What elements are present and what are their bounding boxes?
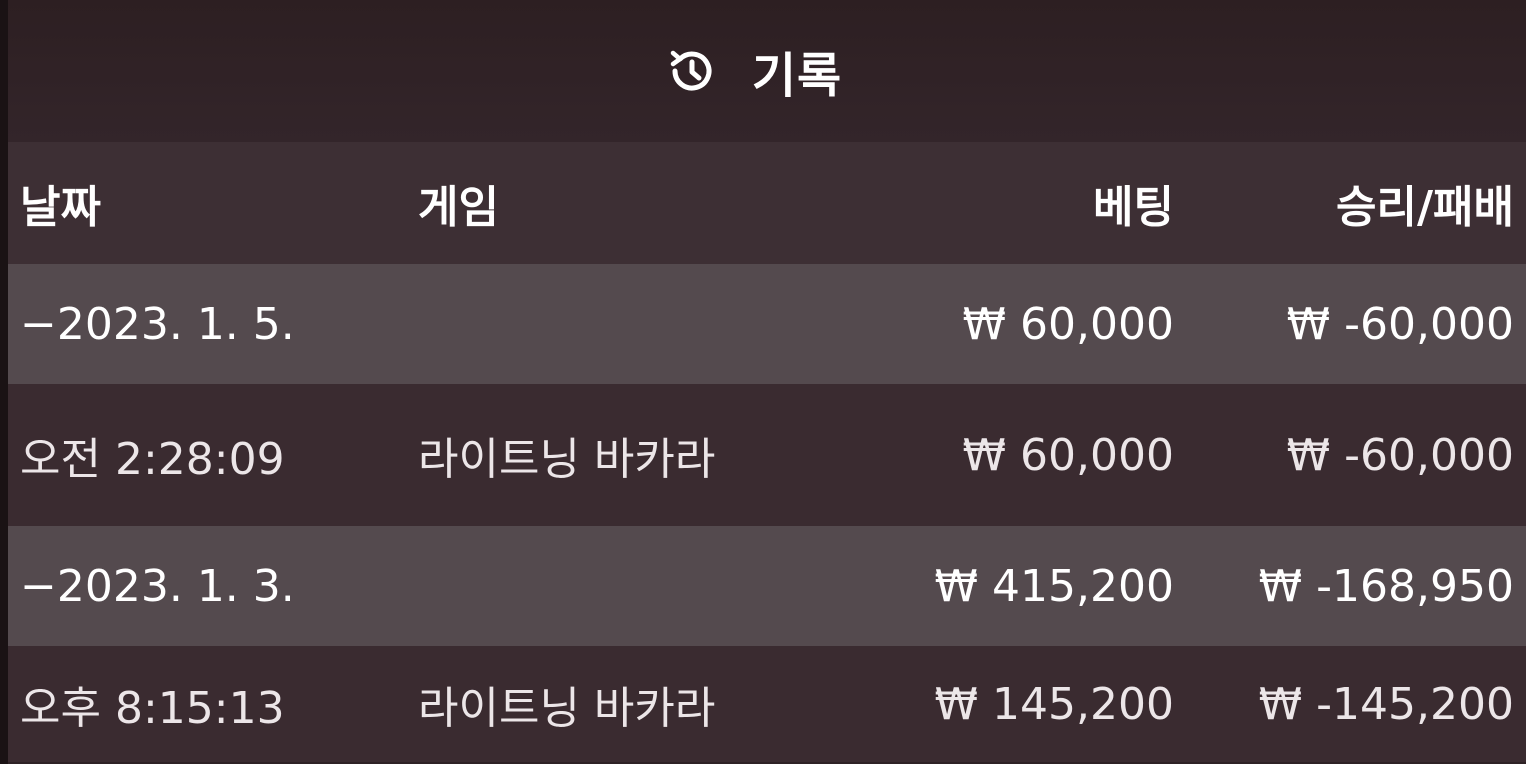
row-result: ₩ -60,000	[1286, 429, 1514, 481]
table-date-group-row[interactable]: −2023. 1. 3. ₩ 415,200 ₩ -168,950	[8, 526, 1526, 646]
row-date: −2023. 1. 3.	[20, 560, 295, 612]
row-bet: ₩ 60,000	[962, 429, 1174, 481]
column-header-result[interactable]: 승리/패배	[1186, 171, 1526, 235]
history-table: 날짜 게임 베팅 승리/패배 −2023. 1. 5. ₩ 60,000 ₩ -…	[8, 142, 1526, 762]
table-header-row: 날짜 게임 베팅 승리/패배	[8, 142, 1526, 264]
column-header-bet[interactable]: 베팅	[826, 171, 1186, 235]
row-game: 라이트닝 바카라	[418, 683, 716, 734]
row-date: −2023. 1. 5.	[20, 298, 295, 350]
table-row[interactable]: 오후 8:15:13 라이트닝 바카라 ₩ 145,200 ₩ -145,200	[8, 646, 1526, 762]
row-bet: ₩ 145,200	[934, 678, 1174, 730]
row-bet: ₩ 415,200	[934, 560, 1174, 612]
column-header-game[interactable]: 게임	[406, 171, 826, 235]
page-title: 기록	[751, 48, 843, 104]
row-result: ₩ -145,200	[1258, 678, 1514, 730]
row-result: ₩ -168,950	[1258, 560, 1514, 612]
row-game: 라이트닝 바카라	[418, 434, 716, 485]
header-title-group: 기록	[662, 36, 842, 106]
table-date-group-row[interactable]: −2023. 1. 5. ₩ 60,000 ₩ -60,000	[8, 264, 1526, 384]
row-bet: ₩ 60,000	[962, 298, 1174, 350]
row-time: 오후 8:15:13	[20, 683, 285, 734]
history-header: 기록	[8, 0, 1526, 142]
row-result: ₩ -60,000	[1286, 298, 1514, 350]
column-header-date[interactable]: 날짜	[8, 171, 406, 235]
history-icon	[662, 41, 722, 101]
left-edge-strip	[0, 0, 8, 764]
row-time: 오전 2:28:09	[20, 434, 285, 485]
history-page: 기록 날짜 게임 베팅 승리/패배 −2023. 1. 5. ₩ 60,000 …	[0, 0, 1526, 764]
table-row[interactable]: 오전 2:28:09 라이트닝 바카라 ₩ 60,000 ₩ -60,000	[8, 384, 1526, 526]
